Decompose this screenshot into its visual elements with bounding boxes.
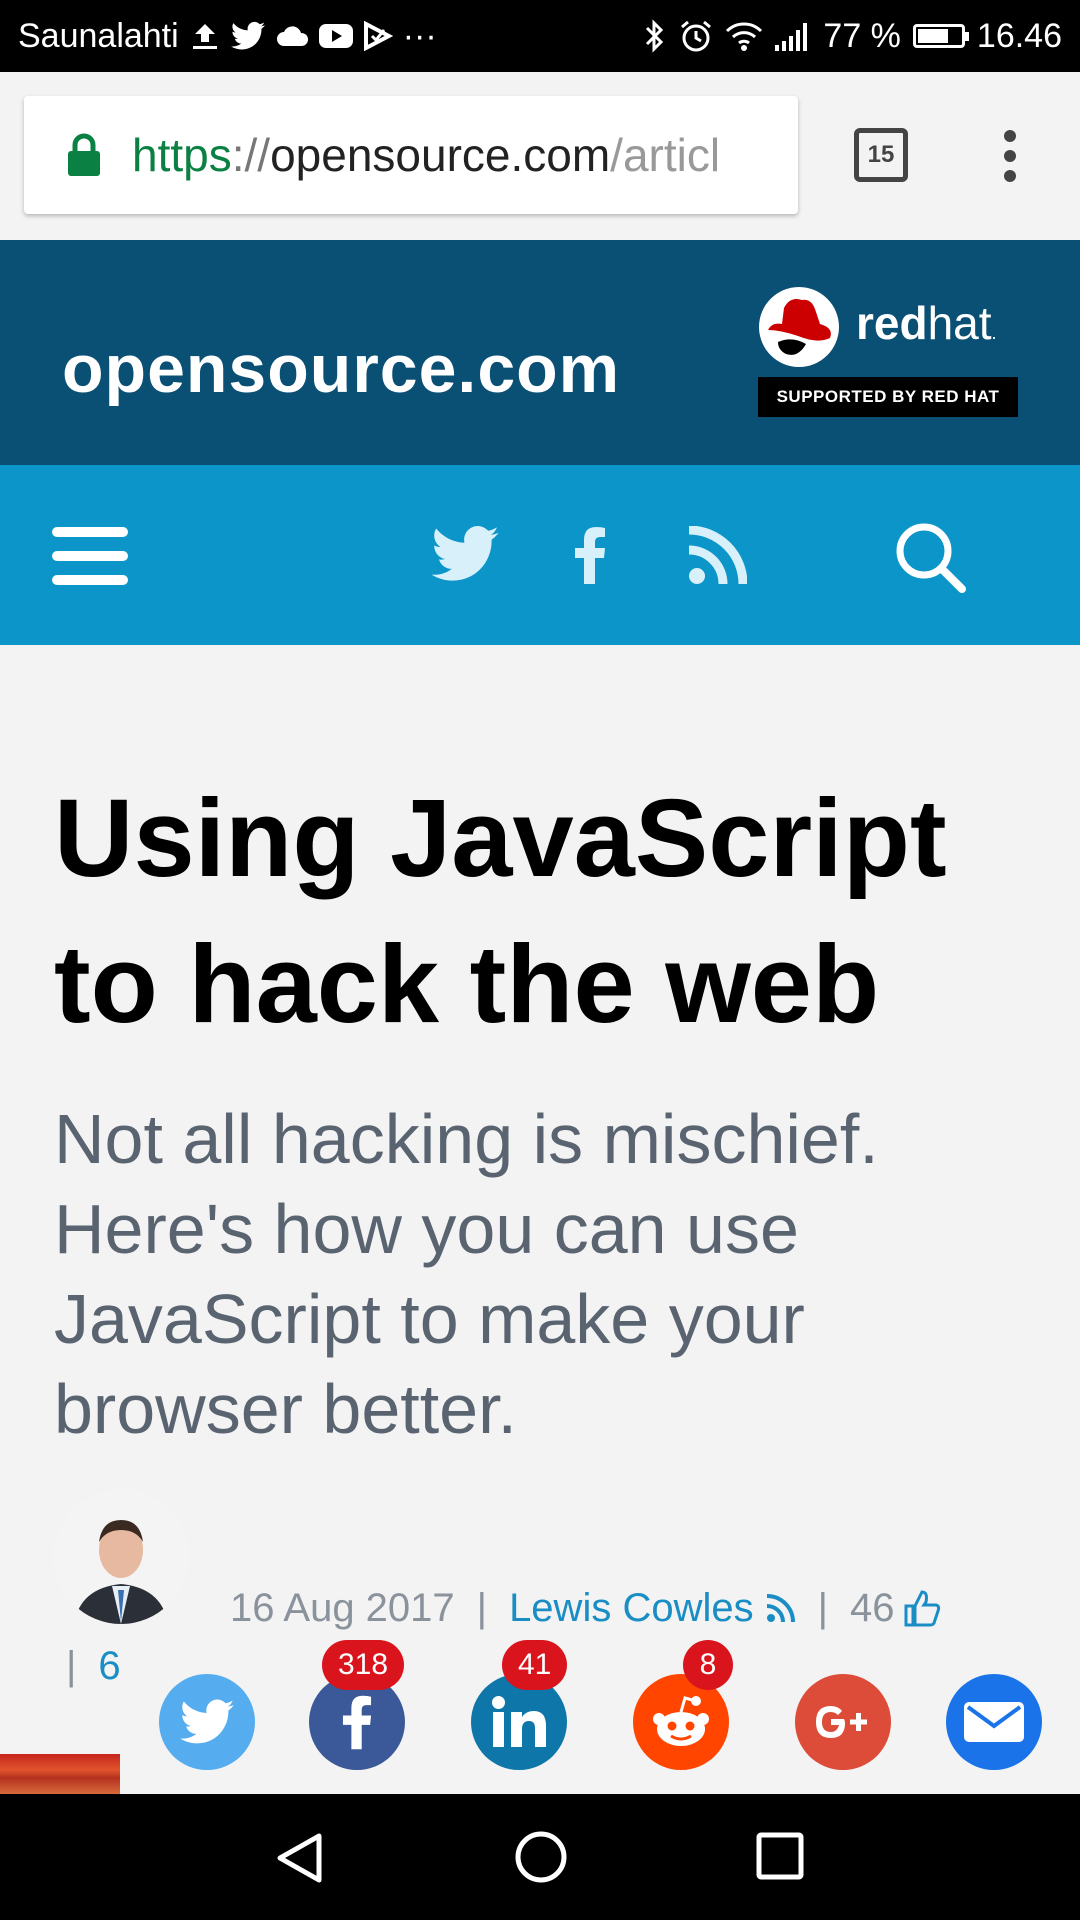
publish-date: 16 Aug 2017 (230, 1585, 455, 1630)
status-right: 77 % 16.46 (643, 0, 1062, 72)
cloud-icon (275, 24, 309, 48)
author-link[interactable]: Lewis Cowles (509, 1586, 754, 1631)
email-icon (964, 1702, 1024, 1742)
alarm-icon (679, 19, 713, 53)
address-bar[interactable]: https://opensource.com/articl (24, 96, 798, 214)
home-icon[interactable] (514, 1830, 568, 1889)
share-twitter-button[interactable] (159, 1674, 255, 1770)
status-left: Saunalahti ··· (18, 0, 437, 72)
reddit-share-count: 8 (683, 1640, 733, 1690)
redhat-wordmark: redhat. (856, 296, 997, 350)
back-icon[interactable] (274, 1832, 324, 1889)
article-title: Using JavaScript to hack the web (54, 766, 1044, 1058)
url-host: opensource.com (270, 129, 611, 181)
more-notifications: ··· (402, 16, 437, 55)
redhat-logo-icon[interactable] (758, 286, 840, 373)
article-subtitle: Not all hacking is mischief. Here's how … (54, 1094, 1014, 1454)
article-meta: 16 Aug 2017 | Lewis Cowles | 46 (230, 1582, 942, 1634)
status-bar: Saunalahti ··· 77 % 16.46 (0, 0, 1080, 72)
subtitle-line: JavaScript to make your (54, 1280, 805, 1358)
rss-feed-icon[interactable] (688, 525, 748, 585)
twitter-icon (230, 21, 265, 51)
author-rss-icon[interactable] (766, 1593, 796, 1623)
battery-percent: 77 % (823, 16, 901, 55)
redhat-tm: . (991, 323, 997, 343)
site-logo[interactable]: opensource.com (62, 240, 620, 465)
article-meta-comments: | 6 (66, 1638, 121, 1694)
subtitle-line: Not all hacking is mischief. (54, 1100, 879, 1178)
menu-dot (1004, 170, 1016, 182)
thumbs-up-icon[interactable] (902, 1588, 942, 1628)
author-avatar[interactable] (54, 1490, 188, 1624)
url-text[interactable]: https://opensource.com/articl (132, 96, 782, 214)
title-line: to hack the web (54, 923, 880, 1046)
supported-by-badge[interactable]: SUPPORTED BY RED HAT (758, 377, 1018, 417)
google-plus-icon (814, 1702, 872, 1742)
subtitle-line: Here's how you can use (54, 1190, 799, 1268)
signal-icon (775, 21, 811, 51)
share-google-plus-button[interactable] (795, 1674, 891, 1770)
tasks-icon (363, 21, 393, 51)
linkedin-icon (491, 1696, 547, 1748)
bluetooth-icon (643, 18, 667, 54)
android-navigation-bar (0, 1794, 1080, 1920)
url-separator: :// (231, 129, 271, 181)
battery-tip (964, 32, 969, 41)
battery-level (917, 29, 949, 43)
facebook-share-count: 318 (322, 1640, 405, 1690)
wifi-icon (725, 20, 763, 52)
share-email-button[interactable] (946, 1674, 1042, 1770)
article-image-thumbnail (0, 1754, 120, 1794)
redhat-hat: hat (927, 297, 992, 349)
linkedin-share-count: 41 (502, 1640, 568, 1690)
redhat-red: red (856, 297, 928, 349)
meta-divider: | (817, 1585, 828, 1630)
search-icon[interactable] (894, 521, 966, 593)
site-nav (0, 465, 1080, 645)
lock-icon (66, 132, 102, 183)
browser-toolbar: https://opensource.com/articl (0, 72, 1080, 241)
youtube-icon (318, 23, 353, 49)
tab-count: 15 (867, 141, 895, 168)
twitter-icon (180, 1699, 234, 1745)
twitter-icon[interactable] (430, 523, 500, 585)
like-count: 46 (849, 1585, 895, 1630)
facebook-icon[interactable] (570, 525, 610, 585)
tab-switcher-button[interactable]: 15 (854, 128, 908, 182)
browser-menu-button[interactable] (998, 126, 1022, 186)
menu-dot (1004, 130, 1016, 142)
clock: 16.46 (976, 16, 1062, 55)
hamburger-menu-icon[interactable] (52, 525, 128, 587)
title-line: Using JavaScript (54, 777, 947, 900)
facebook-icon (342, 1693, 372, 1751)
recents-icon[interactable] (756, 1832, 804, 1885)
meta-divider: | (476, 1585, 488, 1630)
meta-divider: | (66, 1643, 77, 1688)
menu-dot (1004, 150, 1016, 162)
upload-icon (189, 20, 221, 52)
subtitle-line: browser better. (54, 1370, 517, 1448)
comment-count[interactable]: 6 (98, 1644, 120, 1689)
carrier-label: Saunalahti (18, 16, 179, 55)
battery-icon (912, 24, 969, 48)
url-scheme: https (132, 129, 232, 181)
url-path: /articl (610, 129, 721, 181)
site-header: opensource.com (0, 240, 1080, 465)
reddit-icon (650, 1695, 712, 1749)
